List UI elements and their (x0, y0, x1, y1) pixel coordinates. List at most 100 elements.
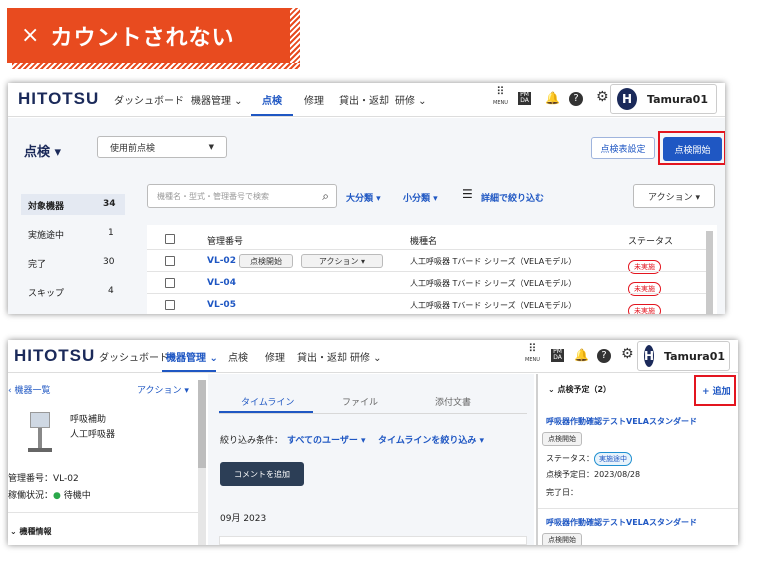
search-placeholder: 機種名・型式・管理番号で検索 (157, 191, 269, 201)
user-menu[interactable]: H Tamura01 (637, 341, 730, 371)
side-label-skip[interactable]: スキップ (28, 286, 64, 299)
gear-icon[interactable]: ⚙ (621, 346, 634, 362)
row-checkbox[interactable] (165, 278, 175, 288)
menu-grid-icon[interactable]: ⠿ MENU (525, 343, 540, 365)
col-header-name: 機種名 (410, 237, 438, 247)
menu-label: MENU (493, 100, 508, 106)
plan-title-link[interactable]: 呼吸器作動確認テストVELAスタンダード (546, 517, 697, 528)
table-scrollbar[interactable] (706, 231, 713, 314)
left-scrollbar[interactable] (198, 380, 206, 545)
logo: HITOTSU (14, 346, 96, 365)
plan-header[interactable]: ⌄ 点検予定（2） (548, 384, 611, 395)
divider (147, 293, 707, 294)
section-equipment-info[interactable]: ⌄ 機種情報 (10, 526, 52, 537)
help-icon[interactable]: ? (597, 349, 611, 363)
nav-active-underline (251, 114, 293, 116)
side-count-target: 34 (103, 199, 116, 209)
user-menu[interactable]: H Tamura01 (610, 84, 717, 114)
plan-title-link[interactable]: 呼吸器作動確認テストVELAスタンダード (546, 416, 697, 427)
tab-timeline[interactable]: タイムライン (241, 395, 294, 408)
row-id-link[interactable]: VL-05 (207, 300, 236, 310)
row-start-button[interactable]: 点検開始 (239, 254, 293, 268)
inspection-list-screen: HITOTSU ダッシュボード 機器管理 ⌄ 点検 修理 貸出・返却 研修 ⌄ … (8, 83, 725, 314)
row-id-link[interactable]: VL-02 (207, 256, 236, 266)
inspection-type-select[interactable]: 使用前点検 ▼ (97, 136, 227, 158)
status-badge-text: 未実施 (628, 304, 661, 314)
action-button[interactable]: アクション ▾ (633, 184, 715, 208)
filter-major[interactable]: 大分類 ▾ (346, 191, 381, 204)
month-heading: 09月 2023 (220, 514, 267, 524)
device-image (24, 408, 58, 456)
plan-start-button[interactable]: 点検開始 (542, 533, 582, 545)
back-link[interactable]: ‹ 機器一覧 (8, 383, 50, 396)
nav-repair[interactable]: 修理 (304, 92, 324, 107)
row-id-link[interactable]: VL-04 (207, 278, 236, 288)
gear-icon[interactable]: ⚙ (596, 89, 609, 105)
row-name: 人工呼吸器 Tバード シリーズ（VELAモデル） (410, 257, 577, 266)
filter-detail[interactable]: 詳細で絞り込む (481, 191, 544, 204)
row-checkbox[interactable] (165, 256, 175, 266)
page-title[interactable]: 点検 ▾ (24, 141, 61, 160)
nav-equipment[interactable]: 機器管理 ⌄ (191, 92, 243, 107)
filter-label: 絞り込み条件： (220, 436, 284, 446)
row-action-button[interactable]: アクション ▾ (301, 254, 383, 268)
filter-minor[interactable]: 小分類 ▾ (403, 191, 438, 204)
status-badge: 未実施 (628, 298, 661, 314)
side-label-complete[interactable]: 完了 (28, 257, 46, 270)
row-checkbox[interactable] (165, 300, 175, 310)
pmda-icon[interactable]: PM DA (551, 349, 564, 362)
tab-documents[interactable]: 添付文書 (435, 395, 471, 408)
plan-completed: 完了日： (546, 488, 578, 497)
avatar: H (617, 88, 638, 110)
timeline-card (219, 536, 527, 545)
action-link[interactable]: アクション ▾ (137, 383, 189, 396)
plan-status-label: ステータス： (546, 454, 594, 463)
top-nav: HITOTSU ダッシュボード 機器管理 ⌄ 点検 修理 貸出・返却 研修 ⌄ … (8, 83, 725, 117)
bell-icon[interactable]: 🔔 (574, 348, 589, 362)
nav-active-underline (162, 370, 216, 372)
nav-lending[interactable]: 貸出・返却 (339, 92, 389, 107)
operation-status-value: 待機中 (63, 491, 91, 501)
side-label-inprogress[interactable]: 実施途中 (28, 228, 64, 241)
col-header-status: ステータス (628, 237, 674, 247)
user-name: Tamura01 (647, 92, 708, 106)
select-all-checkbox[interactable] (165, 234, 175, 244)
pmda-icon[interactable]: PM DA (518, 92, 531, 105)
col-header-id: 管理番号 (207, 237, 244, 247)
help-icon[interactable]: ? (569, 92, 583, 106)
plan-start-button[interactable]: 点検開始 (542, 432, 582, 446)
nav-training[interactable]: 研修 ⌄ (350, 349, 382, 364)
nav-inspection[interactable]: 点検 (228, 349, 248, 364)
banner-stripe (290, 8, 300, 67)
bell-icon[interactable]: 🔔 (545, 91, 560, 105)
divider (538, 508, 738, 509)
nav-inspection[interactable]: 点検 (262, 92, 282, 107)
nav-repair[interactable]: 修理 (265, 349, 285, 364)
divider (219, 413, 527, 414)
settings-button[interactable]: 点検表設定 (591, 137, 655, 159)
tab-files[interactable]: ファイル (342, 395, 378, 408)
divider (536, 374, 538, 545)
divider (147, 249, 707, 250)
filter-timeline[interactable]: タイムラインを絞り込み ▾ (378, 433, 484, 446)
nav-dashboard[interactable]: ダッシュボード (114, 92, 184, 107)
nav-lending[interactable]: 貸出・返却 (297, 349, 347, 364)
add-comment-button[interactable]: コメントを追加 (220, 462, 304, 486)
banner-stripe-bottom (12, 63, 300, 69)
search-input[interactable]: 機種名・型式・管理番号で検索 ⌕ (147, 184, 337, 208)
side-label-target[interactable]: 対象機器 (28, 199, 64, 212)
equipment-detail-screen: HITOTSU ダッシュボード 機器管理 ⌄ 点検 修理 貸出・返却 研修 ⌄ … (8, 340, 738, 545)
nav-dashboard[interactable]: ダッシュボード (99, 349, 169, 364)
user-name: Tamura01 (664, 349, 726, 363)
management-number: 管理番号：VL-02 (8, 474, 79, 484)
device-name: 人工呼吸器 (70, 430, 116, 440)
filter-user[interactable]: すべてのユーザー ▾ (287, 433, 365, 446)
plan-date: 点検予定日：2023/08/28 (546, 470, 641, 479)
menu-grid-icon[interactable]: ⠿ MENU (493, 86, 508, 108)
plan-status-badge: 実施途中 (594, 452, 632, 466)
nav-equipment[interactable]: 機器管理 ⌄ (166, 349, 218, 364)
logo: HITOTSU (18, 89, 100, 108)
close-icon: × (21, 23, 41, 48)
nav-training[interactable]: 研修 ⌄ (395, 92, 427, 107)
row-name: 人工呼吸器 Tバード シリーズ（VELAモデル） (410, 279, 577, 288)
